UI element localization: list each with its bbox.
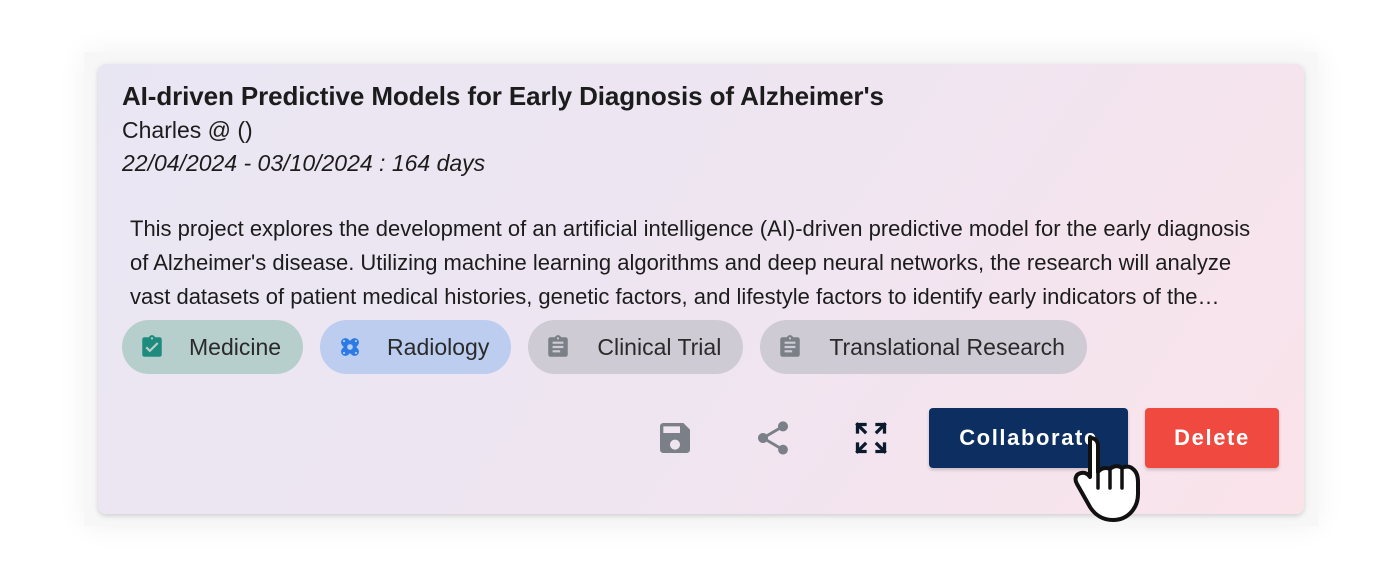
tag-label: Clinical Trial bbox=[597, 333, 722, 360]
tag-chip-radiology[interactable]: Radiology bbox=[320, 320, 512, 374]
save-button[interactable] bbox=[653, 416, 697, 460]
tag-label: Radiology bbox=[387, 333, 490, 360]
project-description: This project explores the development of… bbox=[130, 216, 1251, 309]
tag-chip-clinical-trial[interactable]: Clinical Trial bbox=[528, 320, 744, 374]
share-button[interactable] bbox=[751, 416, 795, 460]
clipboard-icon bbox=[545, 334, 571, 360]
delete-button[interactable]: Delete bbox=[1145, 408, 1279, 468]
save-icon bbox=[655, 418, 695, 458]
share-icon bbox=[753, 418, 793, 458]
clipboard-check-icon bbox=[139, 334, 165, 360]
project-author: Charles @ () bbox=[122, 117, 253, 143]
project-dates: 22/04/2024 - 03/10/2024 : 164 days bbox=[122, 150, 486, 176]
tag-list: Medicine Radiology Clinical Trial Transl… bbox=[122, 320, 1087, 374]
bandage-icon bbox=[337, 334, 363, 360]
clipboard-icon bbox=[777, 334, 803, 360]
tag-label: Translational Research bbox=[829, 333, 1065, 360]
expand-button[interactable] bbox=[849, 416, 893, 460]
tag-label: Medicine bbox=[189, 333, 282, 360]
collaborate-button[interactable]: Collaborate bbox=[929, 408, 1128, 468]
card-actions: Collaborate Delete bbox=[98, 408, 1304, 468]
project-card: AI-driven Predictive Models for Early Di… bbox=[98, 64, 1304, 514]
project-title: AI-driven Predictive Models for Early Di… bbox=[122, 81, 884, 111]
tag-chip-medicine[interactable]: Medicine bbox=[122, 320, 304, 374]
fullscreen-icon bbox=[853, 420, 889, 456]
tag-chip-translational-research[interactable]: Translational Research bbox=[760, 320, 1087, 374]
